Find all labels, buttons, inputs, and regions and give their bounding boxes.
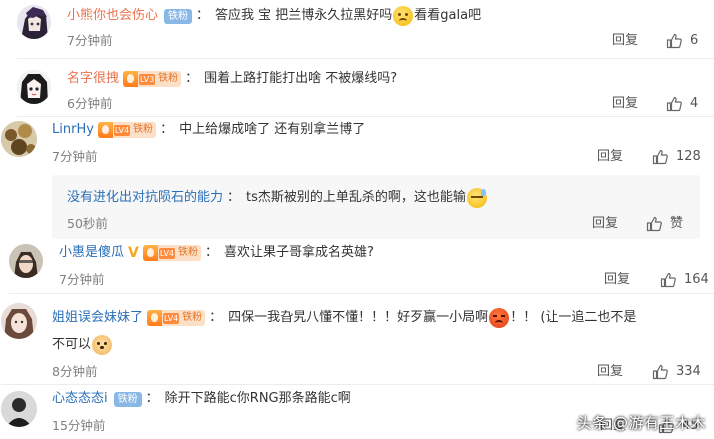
username[interactable]: 名字很拽 — [67, 70, 119, 88]
fire-icon — [147, 310, 163, 326]
comment-text: 中上给爆成啥了 还有别拿兰博了 — [179, 122, 366, 137]
thumbs-up-icon — [666, 96, 682, 112]
fan-badge[interactable]: LV4 铁粉 — [97, 122, 157, 138]
comment-time: 7分钟前 — [52, 149, 98, 164]
fan-level: LV4 — [113, 124, 131, 136]
divider — [9, 293, 714, 294]
like-button[interactable]: 334 — [652, 364, 701, 380]
colon: ： — [227, 190, 241, 205]
fan-badge-label: 铁粉 — [133, 124, 154, 135]
comment-text-tail: 看看gala吧 — [414, 8, 482, 23]
avatar[interactable] — [1, 303, 37, 339]
colon: ： — [196, 8, 210, 23]
divider — [1, 384, 714, 385]
watermark: 头条 @游有王木木 — [577, 412, 706, 433]
comment-text-tail: ！！ (让一追二也不是 — [510, 310, 637, 325]
comment-text: 除开下路能c你RNG那条路能c啊 — [164, 391, 351, 406]
like-button[interactable]: 赞 — [646, 216, 683, 232]
username[interactable]: 小熊你也会伤心 — [67, 7, 158, 25]
divider — [17, 58, 714, 59]
colon: ： — [205, 245, 219, 260]
fan-badge-label: 铁粉 — [158, 73, 179, 84]
like-count: 6 — [690, 33, 699, 48]
colon: ： — [160, 122, 174, 137]
comment-text: ts杰斯被别的上单乱杀的啊，这也能输 — [246, 190, 466, 205]
like-button[interactable]: 4 — [666, 96, 698, 112]
comment-text: 四保一我旮旯八懂不懂！！！好歹赢一小局啊 — [228, 310, 489, 325]
fire-icon — [97, 122, 113, 138]
comment-text-continued: 不可以 — [52, 337, 92, 352]
comment-text: 答应我 宝 把兰博永久拉黑好吗 — [215, 8, 393, 23]
like-count: 334 — [676, 364, 701, 379]
colon: ： — [185, 71, 199, 86]
comment-time: 8分钟前 — [52, 364, 98, 379]
comment-time: 15分钟前 — [52, 418, 106, 433]
like-count: 4 — [690, 96, 699, 111]
username[interactable]: 没有进化出对抗陨石的能力 — [67, 189, 223, 207]
sad-emoji-icon — [393, 6, 414, 26]
comment-text: 围着上路打能打出啥 不被爆线吗? — [204, 71, 398, 86]
fan-badge[interactable]: 铁粉 — [164, 8, 193, 24]
username[interactable]: 心态态态i — [52, 390, 108, 408]
username[interactable]: LinrHy — [52, 121, 94, 139]
fan-badge-label: 铁粉 — [178, 247, 198, 258]
thumbs-up-icon — [660, 272, 676, 288]
fan-badge[interactable]: LV4 铁粉 — [142, 245, 201, 261]
fan-level: LV4 — [158, 247, 175, 259]
dog-emoji-icon — [92, 335, 113, 355]
fan-badge[interactable]: LV3 铁粉 — [123, 71, 182, 87]
fire-icon — [142, 245, 158, 261]
fan-level: LV3 — [139, 73, 156, 85]
avatar[interactable] — [1, 391, 37, 427]
colon: ： — [209, 310, 223, 325]
verified-v-icon: V — [128, 245, 139, 261]
like-button[interactable]: 6 — [666, 33, 698, 49]
comment-time: 6分钟前 — [67, 96, 113, 111]
username[interactable]: 小惠是傻瓜 — [59, 244, 124, 262]
sweat-emoji-icon — [466, 188, 487, 208]
thumbs-up-icon — [652, 364, 668, 380]
like-count: 128 — [676, 149, 701, 164]
reply-button[interactable]: 回复 — [597, 364, 623, 380]
reply-button[interactable]: 回复 — [597, 149, 623, 165]
thumbs-up-icon — [666, 33, 682, 49]
avatar[interactable] — [1, 121, 37, 157]
reply-button[interactable]: 回复 — [612, 96, 638, 112]
colon: ： — [145, 391, 159, 406]
reply-button[interactable]: 回复 — [592, 216, 618, 232]
like-button[interactable]: 164 — [660, 272, 709, 288]
like-button[interactable]: 128 — [652, 149, 701, 165]
reply-button[interactable]: 回复 — [604, 272, 630, 288]
comment-time: 50秒前 — [67, 216, 108, 231]
avatar[interactable] — [9, 244, 43, 278]
avatar[interactable] — [17, 5, 51, 39]
comment-text: 喜欢让果子哥拿成名英雄? — [224, 245, 374, 260]
comment-text-line2: 不可以 — [52, 335, 113, 355]
angry-emoji-icon — [489, 308, 510, 328]
fan-badge-label: 铁粉 — [182, 312, 203, 323]
reply-button[interactable]: 回复 — [612, 33, 638, 49]
thumbs-up-icon — [652, 149, 668, 165]
watermark-text: 头条 @游有王木木 — [576, 414, 706, 432]
thumbs-up-icon — [646, 216, 662, 232]
comment-time: 7分钟前 — [59, 272, 105, 287]
divider — [17, 116, 714, 117]
fan-badge[interactable]: LV4 铁粉 — [147, 310, 206, 326]
fire-icon — [123, 71, 139, 87]
fan-level: LV4 — [163, 312, 180, 324]
username[interactable]: 姐姐误会妹妹了 — [52, 309, 143, 327]
fan-badge[interactable]: 铁粉 — [113, 391, 142, 407]
like-label: 赞 — [670, 216, 684, 231]
avatar[interactable] — [17, 70, 51, 104]
comment-time: 7分钟前 — [67, 33, 113, 48]
like-count: 164 — [684, 272, 709, 287]
